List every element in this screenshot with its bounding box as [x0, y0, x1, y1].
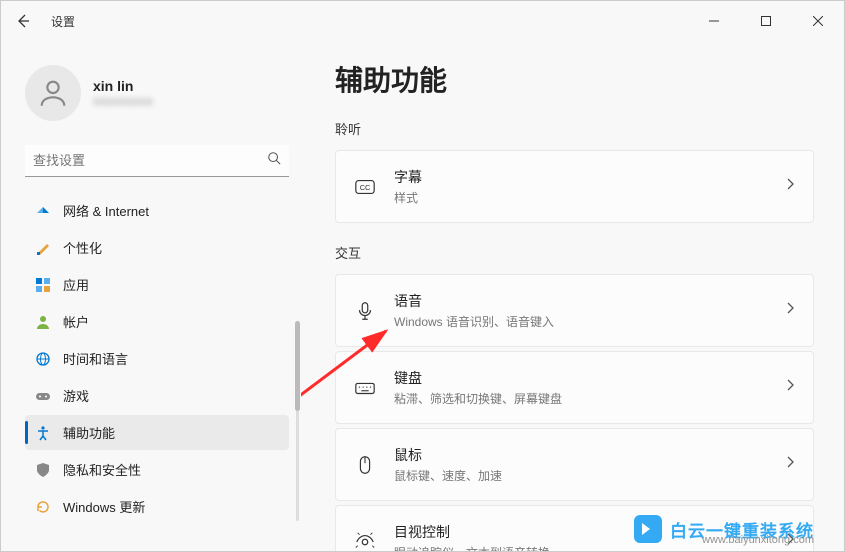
update-icon	[35, 499, 51, 515]
sidebar-item-label: 游戏	[63, 386, 89, 405]
person-icon	[35, 314, 51, 330]
sidebar-item-windows-update[interactable]: Windows 更新	[25, 489, 289, 524]
sidebar-item-label: 应用	[63, 275, 89, 294]
settings-item-keyboard[interactable]: 键盘 粘滞、筛选和切换键、屏幕键盘	[335, 351, 814, 424]
close-button[interactable]	[802, 9, 834, 33]
chevron-right-icon	[785, 455, 795, 474]
network-icon	[35, 203, 51, 219]
section-title-interaction: 交互	[335, 243, 814, 262]
avatar	[25, 65, 81, 121]
accessibility-icon	[35, 425, 51, 441]
item-subtitle: Windows 语音识别、语音键入	[394, 313, 767, 330]
cc-icon: CC	[354, 176, 376, 198]
search-icon	[267, 151, 281, 170]
sidebar-item-label: 隐私和安全性	[63, 460, 141, 479]
mic-icon	[354, 300, 376, 322]
brush-icon	[35, 240, 51, 256]
sidebar-item-label: 帐户	[63, 312, 89, 331]
sidebar-item-privacy[interactable]: 隐私和安全性	[25, 452, 289, 487]
sidebar-item-network[interactable]: 网络 & Internet	[25, 193, 289, 228]
sidebar-item-label: Windows 更新	[63, 497, 145, 516]
sidebar-item-time-language[interactable]: 时间和语言	[25, 341, 289, 376]
chevron-right-icon	[785, 177, 795, 196]
item-title: 键盘	[394, 368, 767, 388]
apps-icon	[35, 277, 51, 293]
item-title: 语音	[394, 291, 767, 311]
chevron-right-icon	[785, 301, 795, 320]
sidebar-item-personalization[interactable]: 个性化	[25, 230, 289, 265]
close-icon	[813, 16, 823, 26]
watermark-badge-icon	[634, 515, 662, 543]
item-subtitle: 鼠标键、速度、加速	[394, 467, 767, 484]
watermark: 白云一键重装系统 www.baiyunxitong.com	[634, 515, 814, 543]
nav-list: 网络 & Internet 个性化 应用 帐户 时间和语言	[25, 193, 289, 539]
watermark-url: www.baiyunxitong.com	[702, 534, 814, 546]
item-title: 鼠标	[394, 445, 767, 465]
sidebar-scrollbar-thumb[interactable]	[295, 321, 300, 411]
back-button[interactable]	[11, 9, 35, 33]
sidebar-item-label: 时间和语言	[63, 349, 128, 368]
sidebar-item-label: 网络 & Internet	[63, 201, 149, 220]
back-arrow-icon	[15, 13, 31, 29]
sidebar-item-label: 个性化	[63, 238, 102, 257]
sidebar-item-apps[interactable]: 应用	[25, 267, 289, 302]
profile-name: xin lin	[93, 78, 153, 94]
globe-icon	[35, 351, 51, 367]
titlebar: 设置	[1, 1, 844, 41]
app-title: 设置	[51, 13, 75, 30]
search-input[interactable]	[33, 153, 267, 168]
sidebar-item-accounts[interactable]: 帐户	[25, 304, 289, 339]
profile[interactable]: xin lin xxxxxxxxxx	[25, 65, 289, 121]
sidebar-item-accessibility[interactable]: 辅助功能	[25, 415, 289, 450]
maximize-button[interactable]	[750, 9, 782, 33]
search-box[interactable]	[25, 145, 289, 177]
profile-email: xxxxxxxxxx	[93, 94, 153, 108]
person-icon	[36, 76, 70, 110]
keyboard-icon	[354, 377, 376, 399]
maximize-icon	[761, 16, 771, 26]
minimize-icon	[709, 16, 719, 26]
settings-item-mouse[interactable]: 鼠标 鼠标键、速度、加速	[335, 428, 814, 501]
game-icon	[35, 388, 51, 404]
item-subtitle: 样式	[394, 189, 767, 206]
sidebar-item-gaming[interactable]: 游戏	[25, 378, 289, 413]
eye-icon	[354, 531, 376, 552]
chevron-right-icon	[785, 378, 795, 397]
section-title-hearing: 聆听	[335, 119, 814, 138]
svg-text:CC: CC	[360, 182, 371, 191]
sidebar: xin lin xxxxxxxxxx 网络 & Internet 个性化	[1, 41, 301, 551]
item-title: 字幕	[394, 167, 767, 187]
settings-item-captions[interactable]: CC 字幕 样式	[335, 150, 814, 223]
main-content: 辅助功能 聆听 CC 字幕 样式 交互 语音 Windows 语音识别、语音键入	[301, 41, 844, 551]
shield-icon	[35, 462, 51, 478]
page-title: 辅助功能	[335, 59, 814, 99]
mouse-icon	[354, 454, 376, 476]
item-subtitle: 粘滞、筛选和切换键、屏幕键盘	[394, 390, 767, 407]
settings-item-speech[interactable]: 语音 Windows 语音识别、语音键入	[335, 274, 814, 347]
minimize-button[interactable]	[698, 9, 730, 33]
sidebar-item-label: 辅助功能	[63, 423, 115, 442]
